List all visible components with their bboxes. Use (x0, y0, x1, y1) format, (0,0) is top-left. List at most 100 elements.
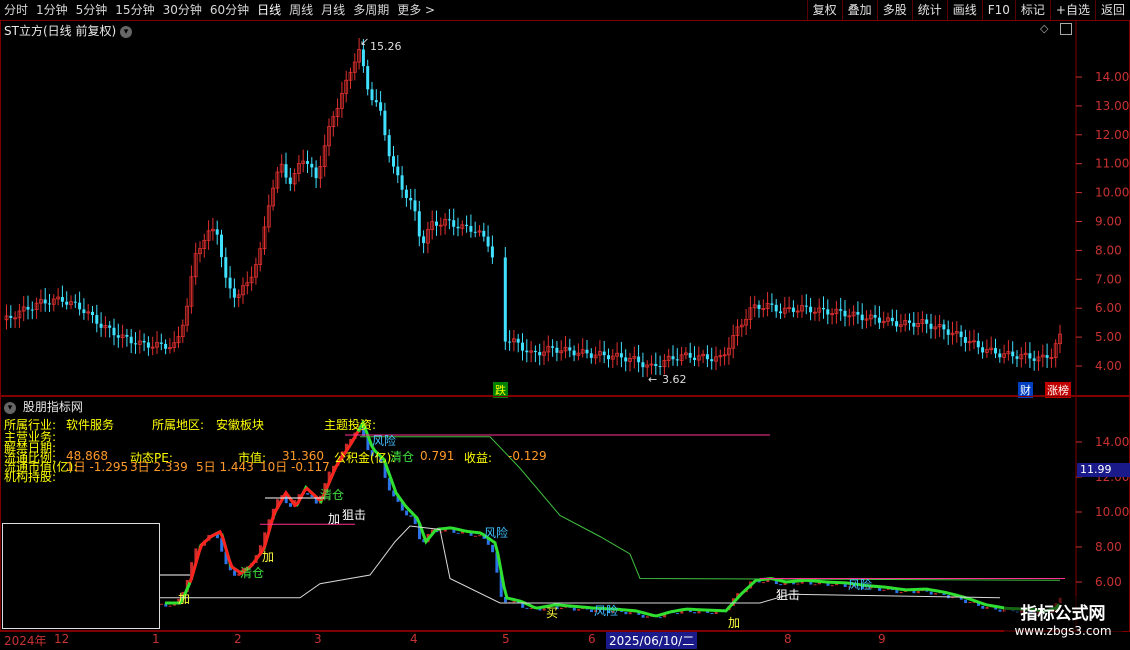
candle-body-25 (112, 327, 116, 336)
ind-bar-168 (882, 589, 886, 591)
candle-body-104 (452, 220, 456, 227)
period-tab-6[interactable]: 日线 (253, 0, 285, 20)
annotation-12: 加 (728, 616, 741, 630)
date-axis: 2025/06/10/二 2024年 12 1 2 3 4 5 6 8 9 (0, 630, 1076, 650)
candle-body-197 (860, 314, 864, 321)
profit-label: 收益: (464, 451, 493, 465)
candle-body-1 (9, 315, 13, 318)
candle-body-112 (486, 236, 490, 247)
candle-body-137 (602, 351, 606, 356)
date-label-3: 2 (234, 632, 242, 646)
candle-body-149 (654, 364, 658, 367)
ind-bar-85 (525, 607, 529, 609)
toolbar-button-0[interactable]: 复权 (806, 0, 842, 20)
ind-tick-3: 8.00 (1095, 540, 1122, 554)
candle-body-201 (877, 317, 881, 323)
ind-bar-116 (658, 617, 662, 619)
candle-body-85 (370, 89, 374, 101)
ind-bar-124 (693, 612, 697, 614)
period-tab-10[interactable]: 更多 > (393, 0, 439, 20)
institution-label: 机构持股: (4, 470, 57, 484)
date-label-6: 5 (502, 632, 510, 646)
candle-body-21 (95, 315, 99, 324)
candle-body-216 (942, 324, 946, 330)
toolbar-button-5[interactable]: F10 (981, 0, 1015, 20)
price-tick-8: 6.00 (1095, 301, 1122, 315)
ind-bar-172 (899, 591, 903, 594)
ind-bar-34 (306, 493, 310, 495)
candle-body-118 (521, 342, 524, 351)
date-label-1: 12 (54, 632, 70, 646)
period-tab-1[interactable]: 1分钟 (32, 0, 72, 20)
candle-body-150 (658, 366, 662, 368)
candle-body-192 (839, 309, 843, 311)
ind-bar-113 (645, 616, 649, 618)
period-tab-2[interactable]: 5分钟 (72, 0, 112, 20)
candle-body-141 (619, 353, 623, 358)
candle-body-91 (396, 166, 400, 176)
period-tab-0[interactable]: 分时 (0, 0, 32, 20)
period-tab-7[interactable]: 周线 (285, 0, 317, 20)
price-tick-10: 4.00 (1095, 359, 1122, 373)
period-tab-9[interactable]: 多周期 (349, 0, 393, 20)
annotation-4: 清仓 (240, 566, 265, 580)
price-tick-5: 9.00 (1095, 215, 1122, 229)
ind-bar-120 (676, 613, 679, 615)
candle-body-53 (232, 288, 236, 298)
action-buttons: 复权 叠加 多股 统计 画线 F10 标记 +自选 返回 (806, 0, 1130, 20)
annotation-13: 买 (546, 606, 559, 620)
toolbar-button-8[interactable]: 返回 (1094, 0, 1130, 20)
toolbar-button-3[interactable]: 统计 (911, 0, 947, 20)
annotation-11: 加 (328, 512, 341, 526)
date-label-0: 2024年 (4, 634, 47, 648)
ind-bar-195 (998, 609, 1002, 612)
candle-body-153 (671, 356, 675, 360)
candle-body-220 (959, 331, 963, 338)
annotation-7: 加 (262, 550, 275, 564)
price-tick-4: 10.00 (1095, 186, 1129, 200)
period-tab-8[interactable]: 月线 (317, 0, 349, 20)
toolbar-button-1[interactable]: 叠加 (841, 0, 877, 20)
candle-body-114 (503, 257, 507, 342)
candle-body-237 (1032, 358, 1036, 361)
ind-bar-0 (160, 603, 163, 605)
candle-body-142 (624, 357, 628, 362)
high-marker-arrow: ↙ (360, 35, 369, 48)
annotation-1: 风险 (484, 526, 509, 540)
candle-body-130 (572, 350, 576, 356)
ind-bar-192 (985, 606, 989, 609)
candle-body-107 (465, 224, 469, 227)
ind-tick-0: 14.00 (1095, 435, 1129, 449)
candle-body-145 (637, 356, 641, 363)
annotation-5: 清仓 (320, 488, 345, 502)
candle-body-176 (770, 303, 774, 305)
toolbar-button-2[interactable]: 多股 (876, 0, 912, 20)
return-3d: 3日 2.339 (130, 460, 188, 474)
main-chart-svg: 14.00 13.00 12.00 11.00 10.00 9.00 8.00 7.00 6.0… (4, 20, 1129, 396)
candle-body-185 (809, 306, 813, 313)
candle-body-111 (482, 230, 486, 237)
period-tab-4[interactable]: 30分钟 (159, 0, 206, 20)
toolbar-button-7[interactable]: +自选 (1049, 0, 1095, 20)
candle-body-84 (366, 66, 370, 90)
date-label-4: 3 (314, 632, 322, 646)
profit-value: -0.129 (508, 449, 547, 463)
toolbar-button-4[interactable]: 画线 (946, 0, 982, 20)
preview-box (2, 523, 160, 629)
candle-body-178 (779, 311, 782, 314)
candle-body-158 (693, 357, 696, 361)
candle-body-126 (555, 347, 559, 353)
period-tab-5[interactable]: 60分钟 (206, 0, 253, 20)
candle-body-29 (129, 336, 133, 344)
date-label-2: 1 (152, 632, 160, 646)
low-marker-label: 3.62 (662, 373, 687, 386)
candle-body-188 (822, 307, 825, 310)
price-axis: 14.00 13.00 12.00 11.00 10.00 9.00 8.00 7.00 6.0… (1076, 70, 1129, 373)
period-tab-3[interactable]: 15分钟 (111, 0, 158, 20)
annotation-9: 狙击 (342, 508, 367, 522)
candle-body-10 (48, 303, 51, 305)
toolbar-button-6[interactable]: 标记 (1014, 0, 1050, 20)
candle-body-113 (490, 246, 494, 258)
candle-body-129 (568, 347, 572, 351)
candle-body-103 (447, 219, 451, 221)
